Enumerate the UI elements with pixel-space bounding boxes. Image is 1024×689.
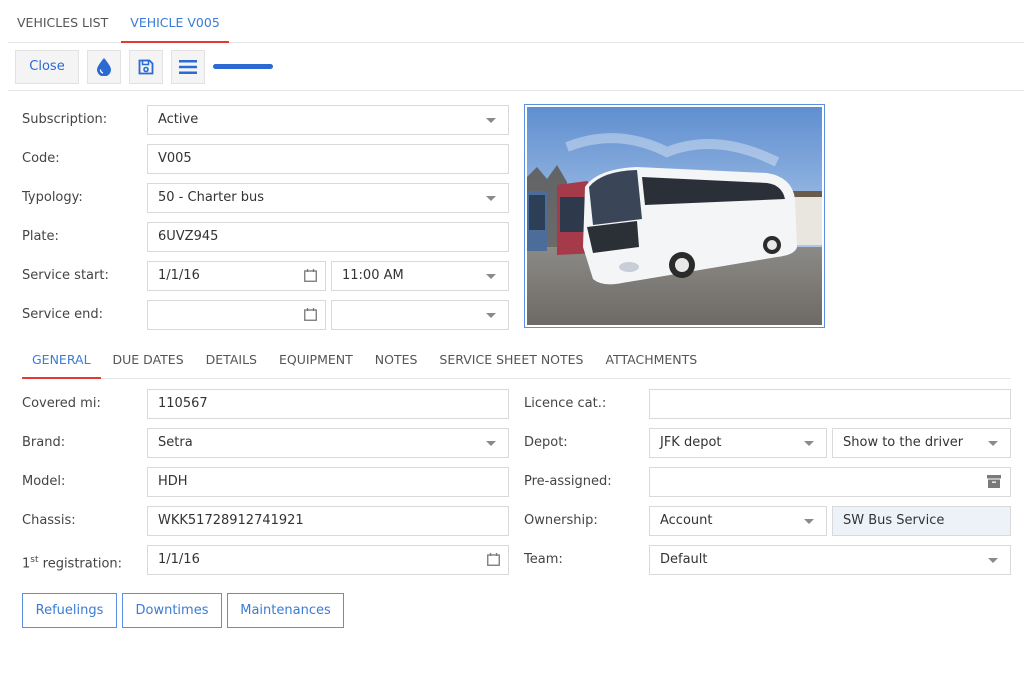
chevron-down-icon	[988, 558, 998, 563]
brand-value: Setra	[158, 435, 193, 450]
pre-assigned-input[interactable]	[649, 467, 1011, 497]
tab-details[interactable]: DETAILS	[196, 346, 267, 378]
calendar-icon[interactable]	[304, 269, 317, 282]
typology-value: 50 - Charter bus	[158, 190, 264, 205]
refuelings-button[interactable]: Refuelings	[22, 593, 117, 628]
tab-equipment[interactable]: EQUIPMENT	[269, 346, 363, 378]
tab-vehicle-v005[interactable]: VEHICLE V005	[121, 0, 229, 43]
service-start-time-select[interactable]: 11:00 AM	[331, 261, 509, 291]
first-registration-date-input[interactable]: 1/1/16	[147, 545, 509, 575]
tab-due-dates[interactable]: DUE DATES	[103, 346, 194, 378]
first-registration-label: 1st registration:	[22, 545, 122, 575]
section-tabs: GENERAL DUE DATES DETAILS EQUIPMENT NOTE…	[22, 346, 1011, 379]
tab-general[interactable]: GENERAL	[22, 346, 101, 379]
ownership-type-select[interactable]: Account	[649, 506, 827, 536]
chevron-down-icon	[988, 441, 998, 446]
depot-select[interactable]: JFK depot	[649, 428, 827, 458]
chevron-down-icon	[486, 441, 496, 446]
service-end-label: Service end:	[22, 307, 104, 322]
typology-label: Typology:	[22, 190, 83, 205]
tab-vehicles-list[interactable]: VEHICLES LIST	[8, 0, 117, 42]
covered-mi-input[interactable]: 110567	[147, 389, 509, 419]
toolbar: Close	[8, 43, 1024, 91]
depot-value: JFK depot	[660, 435, 722, 450]
service-start-date-value: 1/1/16	[158, 268, 200, 283]
subscription-value: Active	[158, 112, 199, 127]
first-registration-label-suffix: registration:	[38, 556, 123, 572]
chassis-input[interactable]: WKK51728912741921	[147, 506, 509, 536]
pre-assigned-label: Pre-assigned:	[524, 474, 612, 489]
refuel-button[interactable]	[87, 49, 121, 84]
calendar-icon[interactable]	[487, 553, 500, 566]
close-button[interactable]: Close	[15, 49, 79, 84]
chevron-down-icon	[486, 274, 496, 279]
menu-icon	[179, 59, 197, 74]
first-registration-label-sup: st	[30, 555, 39, 565]
first-registration-value: 1/1/16	[158, 552, 200, 567]
service-end-time-select[interactable]	[331, 300, 509, 330]
service-start-label: Service start:	[22, 268, 109, 283]
tab-notes[interactable]: NOTES	[365, 346, 428, 378]
service-start-date-input[interactable]: 1/1/16	[147, 261, 326, 291]
code-input[interactable]: V005	[147, 144, 509, 174]
maintenances-button[interactable]: Maintenances	[227, 593, 344, 628]
model-input[interactable]: HDH	[147, 467, 509, 497]
ownership-type-value: Account	[660, 513, 713, 528]
subscription-select[interactable]: Active	[147, 105, 509, 135]
depot-visibility-value: Show to the driver	[843, 435, 964, 450]
bus-image	[527, 107, 822, 325]
typology-select[interactable]: 50 - Charter bus	[147, 183, 509, 213]
chevron-down-icon	[804, 441, 814, 446]
water-drop-icon	[97, 57, 111, 76]
licence-cat-input[interactable]	[649, 389, 1011, 419]
chevron-down-icon	[486, 118, 496, 123]
vehicle-photo[interactable]	[524, 104, 825, 328]
team-label: Team:	[524, 552, 563, 567]
save-button[interactable]	[129, 49, 163, 84]
plate-input[interactable]: 6UVZ945	[147, 222, 509, 252]
plate-label: Plate:	[22, 229, 59, 244]
team-value: Default	[660, 552, 708, 567]
tab-service-sheet-notes[interactable]: SERVICE SHEET NOTES	[429, 346, 593, 378]
depot-visibility-select[interactable]: Show to the driver	[832, 428, 1011, 458]
chevron-down-icon	[486, 196, 496, 201]
team-select[interactable]: Default	[649, 545, 1011, 575]
service-start-time-value: 11:00 AM	[342, 268, 404, 283]
ownership-label: Ownership:	[524, 513, 598, 528]
archive-icon[interactable]	[987, 475, 1001, 488]
chevron-down-icon	[486, 313, 496, 318]
downtimes-button[interactable]: Downtimes	[122, 593, 222, 628]
top-tabs: VEHICLES LIST VEHICLE V005	[8, 0, 1024, 43]
depot-label: Depot:	[524, 435, 568, 450]
code-label: Code:	[22, 151, 60, 166]
ownership-account-field[interactable]: SW Bus Service	[832, 506, 1011, 536]
brand-label: Brand:	[22, 435, 66, 450]
brand-select[interactable]: Setra	[147, 428, 509, 458]
loading-indicator	[213, 64, 273, 69]
tab-attachments[interactable]: ATTACHMENTS	[596, 346, 708, 378]
save-icon	[138, 59, 154, 74]
menu-button[interactable]	[171, 49, 205, 84]
chevron-down-icon	[804, 519, 814, 524]
chassis-label: Chassis:	[22, 513, 76, 528]
subscription-label: Subscription:	[22, 112, 108, 127]
covered-mi-label: Covered mi:	[22, 396, 101, 411]
service-end-date-input[interactable]	[147, 300, 326, 330]
model-label: Model:	[22, 474, 66, 489]
licence-cat-label: Licence cat.:	[524, 396, 607, 411]
calendar-icon[interactable]	[304, 308, 317, 321]
